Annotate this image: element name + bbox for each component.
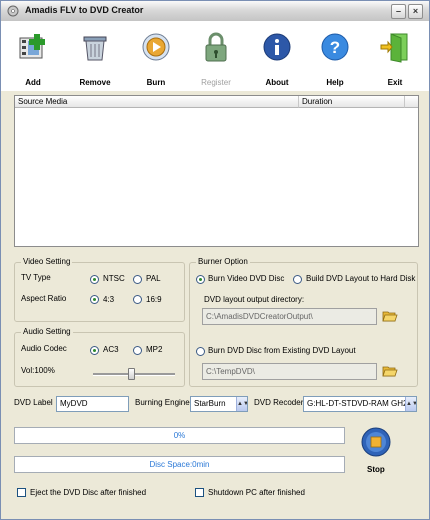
burn-progress-bar: 0% [14,427,345,444]
volume-label: Vol:100% [21,366,55,375]
app-window: Amadis FLV to DVD Creator – × Add Remove [0,0,430,520]
pal-label[interactable]: PAL [146,274,161,283]
ntsc-radio[interactable] [90,275,99,284]
app-icon [7,5,19,17]
volume-slider-thumb[interactable] [127,368,135,380]
shutdown-label[interactable]: Shutdown PC after finished [208,488,305,497]
ac3-label[interactable]: AC3 [103,345,119,354]
ntsc-label[interactable]: NTSC [103,274,125,283]
dvd-recorder-value: G:HL-DT-STDVD-RAM GH22I [307,399,415,408]
build-layout-radio[interactable] [293,275,302,284]
aspect-ratio-label: Aspect Ratio [21,294,67,303]
audio-setting-group: Audio Setting Audio Codec AC3 MP2 Vol:10… [14,327,185,387]
build-layout-label[interactable]: Build DVD Layout to Hard Disk [306,274,415,283]
existing-dir-input[interactable]: C:\TempDVD\ [202,363,377,380]
column-source-media[interactable]: Source Media [15,96,299,108]
help-button[interactable]: ? Help [308,27,362,89]
burn-existing-radio[interactable] [196,347,205,356]
close-button[interactable]: × [408,4,423,19]
title-bar[interactable]: Amadis FLV to DVD Creator – × [1,1,429,22]
open-folder-icon[interactable] [382,310,398,322]
eject-label[interactable]: Eject the DVD Disc after finished [30,488,146,497]
ratio-4-3-label[interactable]: 4:3 [103,295,114,304]
burning-engine-value: StarBurn [194,399,226,408]
pal-radio[interactable] [133,275,142,284]
video-setting-group: Video Setting TV Type NTSC PAL Aspect Ra… [14,257,185,322]
remove-button[interactable]: Remove [68,27,122,89]
burner-option-group: Burner Option Burn Video DVD Disc Build … [189,257,418,387]
add-label: Add [25,78,41,87]
eject-checkbox[interactable] [17,488,26,497]
mp2-radio[interactable] [133,346,142,355]
burn-video-dvd-radio[interactable] [196,275,205,284]
toolbar: Add Remove Burn Register About ? Help Ex… [1,21,429,91]
add-button[interactable]: Add [6,27,60,89]
ratio-16-9-label[interactable]: 16:9 [146,295,162,304]
stop-icon [361,427,391,457]
add-film-icon [19,34,45,59]
layout-dir-input[interactable]: C:\AmadisDVDCreatorOutput\ [202,308,377,325]
tv-type-label: TV Type [21,273,51,282]
burn-existing-label[interactable]: Burn DVD Disc from Existing DVD Layout [208,346,356,355]
burning-engine-select[interactable]: StarBurn ▲▼ [190,396,248,412]
help-label: Help [326,78,344,87]
exit-button[interactable]: Exit [368,27,422,89]
dropdown-arrow-icon[interactable]: ▲▼ [405,397,416,411]
burn-button[interactable]: Burn [129,27,183,89]
column-duration[interactable]: Duration [299,96,405,108]
trash-icon [83,36,107,61]
lock-icon [205,32,227,62]
info-icon [263,33,291,61]
burn-label: Burn [146,78,166,87]
ratio-4-3-radio[interactable] [90,295,99,304]
audio-setting-legend: Audio Setting [21,327,73,336]
layout-dir-label: DVD layout output directory: [204,295,305,304]
burn-video-dvd-label[interactable]: Burn Video DVD Disc [208,274,284,283]
window-title: Amadis FLV to DVD Creator [25,5,144,15]
dvd-label-input[interactable]: MyDVD [56,396,129,412]
register-button[interactable]: Register [189,27,243,89]
shutdown-checkbox[interactable] [195,488,204,497]
audio-codec-label: Audio Codec [21,344,67,353]
burning-engine-label: Burning Engine [135,398,190,407]
svg-text:?: ? [330,38,340,57]
exit-label: Exit [387,78,403,87]
dvd-recorder-label: DVD Recoder [254,398,304,407]
stop-button[interactable]: Stop [355,426,397,478]
remove-label: Remove [79,78,111,87]
dvd-label-label: DVD Label [14,398,53,407]
dvd-recorder-select[interactable]: G:HL-DT-STDVD-RAM GH22I ▲▼ [303,396,417,412]
mp2-label[interactable]: MP2 [146,345,162,354]
ratio-16-9-radio[interactable] [133,295,142,304]
dropdown-arrow-icon[interactable]: ▲▼ [236,397,247,411]
ac3-radio[interactable] [90,346,99,355]
stop-label: Stop [367,465,385,474]
help-icon: ? [321,33,349,61]
video-setting-legend: Video Setting [21,257,73,266]
open-folder-icon[interactable] [382,365,398,377]
disc-play-icon [142,33,170,61]
minimize-button[interactable]: – [391,4,406,19]
register-label: Register [201,78,231,87]
source-media-list[interactable]: Source Media Duration [14,95,419,247]
about-label: About [265,78,289,87]
exit-door-icon [380,33,408,63]
burner-option-legend: Burner Option [196,257,250,266]
disc-space-bar: Disc Space:0min [14,456,345,473]
column-filler [405,96,418,108]
about-button[interactable]: About [250,27,304,89]
